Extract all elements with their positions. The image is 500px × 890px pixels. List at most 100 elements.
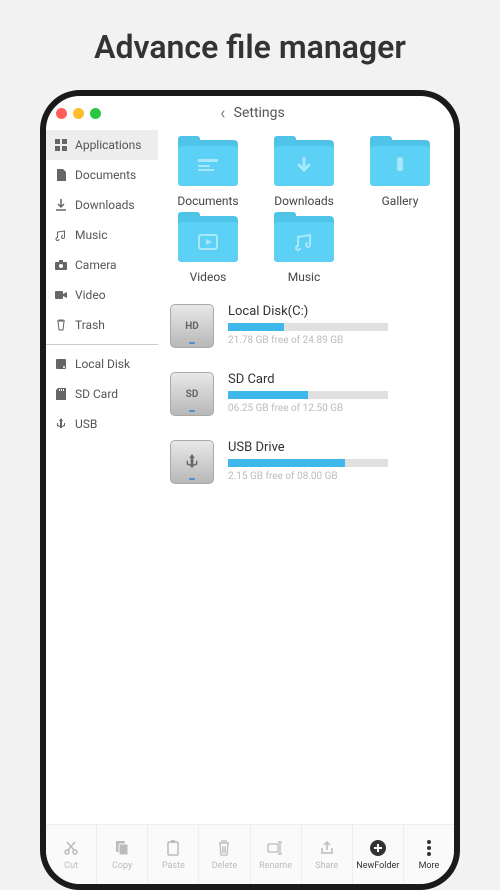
maximize-button[interactable]: [90, 108, 101, 119]
bottombar-more[interactable]: More: [404, 825, 454, 884]
camera-icon: [54, 258, 68, 272]
drive-usage-bar: [228, 323, 388, 331]
minimize-button[interactable]: [73, 108, 84, 119]
bottombar-label: Cut: [64, 861, 78, 871]
music-icon: [54, 228, 68, 242]
sidebar-item-label: Video: [75, 288, 106, 302]
drive-local-disk-c-[interactable]: HD Local Disk(C:) 21.78 GB free of 24.89 G…: [170, 304, 446, 348]
drive-usage-bar: [228, 459, 388, 467]
share-icon: [319, 838, 335, 858]
close-button[interactable]: [56, 108, 67, 119]
sidebar-divider: [46, 344, 158, 345]
sidebar-item-video[interactable]: Video: [46, 280, 158, 310]
sidebar-item-local-disk[interactable]: Local Disk: [46, 349, 158, 379]
drive-icon: [170, 440, 214, 484]
folder-documents[interactable]: Documents: [162, 140, 254, 208]
folder-videos[interactable]: Videos: [162, 216, 254, 284]
bottombar-cut[interactable]: Cut: [46, 825, 97, 884]
sidebar-item-applications[interactable]: Applications: [46, 130, 158, 160]
newfolder-icon: [369, 838, 387, 858]
bottombar-newfolder[interactable]: NewFolder: [353, 825, 404, 884]
trash-icon: [54, 318, 68, 332]
back-button[interactable]: ‹ Settings: [101, 103, 404, 124]
bottombar-label: Rename: [259, 861, 292, 871]
video-icon: [54, 288, 68, 302]
doc-icon: [54, 168, 68, 182]
chevron-left-icon: ‹: [220, 103, 225, 124]
bottombar: Cut Copy Paste Delete Rename Share NewFolder Mo…: [46, 824, 454, 884]
sidebar-item-label: Documents: [75, 168, 136, 182]
grid-icon: [54, 138, 68, 152]
more-icon: [427, 838, 431, 858]
folder-gallery[interactable]: Gallery: [354, 140, 446, 208]
content: Applications Documents Downloads Music Camer…: [46, 130, 454, 824]
sidebar-item-label: Camera: [75, 258, 117, 272]
sidebar-item-camera[interactable]: Camera: [46, 250, 158, 280]
sidebar-item-downloads[interactable]: Downloads: [46, 190, 158, 220]
bottombar-label: Share: [315, 861, 338, 871]
folder-music[interactable]: Music: [258, 216, 350, 284]
drive-free-text: 06.25 GB free of 12.50 GB: [228, 403, 446, 414]
bottombar-label: Copy: [112, 861, 132, 871]
main-panel: Documents Downloads Gallery Videos Music HD L…: [158, 130, 454, 824]
video-icon: [197, 233, 219, 251]
sidebar-item-music[interactable]: Music: [46, 220, 158, 250]
folder-label: Gallery: [382, 194, 419, 208]
gallery-icon: [389, 155, 411, 177]
bottombar-rename[interactable]: Rename: [251, 825, 302, 884]
folder-icon: [274, 216, 334, 264]
bottombar-label: NewFolder: [356, 861, 399, 871]
bottombar-paste[interactable]: Paste: [148, 825, 199, 884]
drive-free-text: 2.15 GB free of 08.00 GB: [228, 471, 446, 482]
sidebar-item-label: Applications: [75, 138, 141, 152]
drive-sd-card[interactable]: SDSD Card06.25 GB free of 12.50 GB: [170, 372, 446, 416]
sidebar-item-sd-card[interactable]: SD Card: [46, 379, 158, 409]
sidebar-item-trash[interactable]: Trash: [46, 310, 158, 340]
copy-icon: [115, 838, 129, 858]
sidebar-item-label: SD Card: [75, 387, 118, 401]
drive-usb-drive[interactable]: USB Drive 2.15 GB free of 08.00 GB: [170, 440, 446, 484]
delete-icon: [217, 838, 231, 858]
drive-name: USB Drive: [228, 440, 446, 455]
sidebar-item-label: Music: [75, 228, 107, 242]
music-icon: [293, 232, 315, 252]
bottombar-label: Paste: [162, 861, 185, 871]
paste-icon: [166, 838, 180, 858]
download-icon: [294, 156, 314, 176]
drive-free-text: 21.78 GB free of 24.89 GB: [228, 335, 446, 346]
folder-icon: [178, 216, 238, 264]
bottombar-share[interactable]: Share: [302, 825, 353, 884]
folder-grid: Documents Downloads Gallery Videos Music: [162, 140, 446, 284]
sidebar-item-label: Trash: [75, 318, 105, 332]
bottombar-copy[interactable]: Copy: [97, 825, 148, 884]
bottombar-delete[interactable]: Delete: [199, 825, 250, 884]
drive-icon: SD: [170, 372, 214, 416]
folder-label: Documents: [177, 194, 238, 208]
usb-icon: [54, 417, 68, 431]
folder-icon: [178, 140, 238, 188]
phone-frame: ‹ Settings Applications Documents Download…: [40, 90, 460, 890]
page-title: Advance file manager: [0, 0, 500, 90]
folder-label: Music: [288, 270, 320, 284]
window-controls: [56, 108, 101, 119]
folder-downloads[interactable]: Downloads: [258, 140, 350, 208]
sdcard-icon: [54, 387, 68, 401]
folder-label: Downloads: [274, 194, 334, 208]
sidebar-item-label: USB: [75, 417, 97, 431]
drive-usage-bar: [228, 391, 388, 399]
topbar-title: Settings: [234, 105, 285, 121]
sidebar: Applications Documents Downloads Music Camer…: [46, 130, 158, 824]
drive-icon: HD: [170, 304, 214, 348]
bottombar-label: More: [419, 861, 440, 871]
sidebar-item-usb[interactable]: USB: [46, 409, 158, 439]
drive-name: Local Disk(C:): [228, 304, 446, 319]
folder-icon: [370, 140, 430, 188]
documents-icon: [196, 157, 220, 175]
disk-icon: [54, 357, 68, 371]
folder-icon: [274, 140, 334, 188]
cut-icon: [63, 838, 79, 858]
download-icon: [54, 198, 68, 212]
drive-list: HD Local Disk(C:) 21.78 GB free of 24.89 G…: [162, 304, 446, 484]
bottombar-label: Delete: [212, 861, 237, 871]
sidebar-item-documents[interactable]: Documents: [46, 160, 158, 190]
